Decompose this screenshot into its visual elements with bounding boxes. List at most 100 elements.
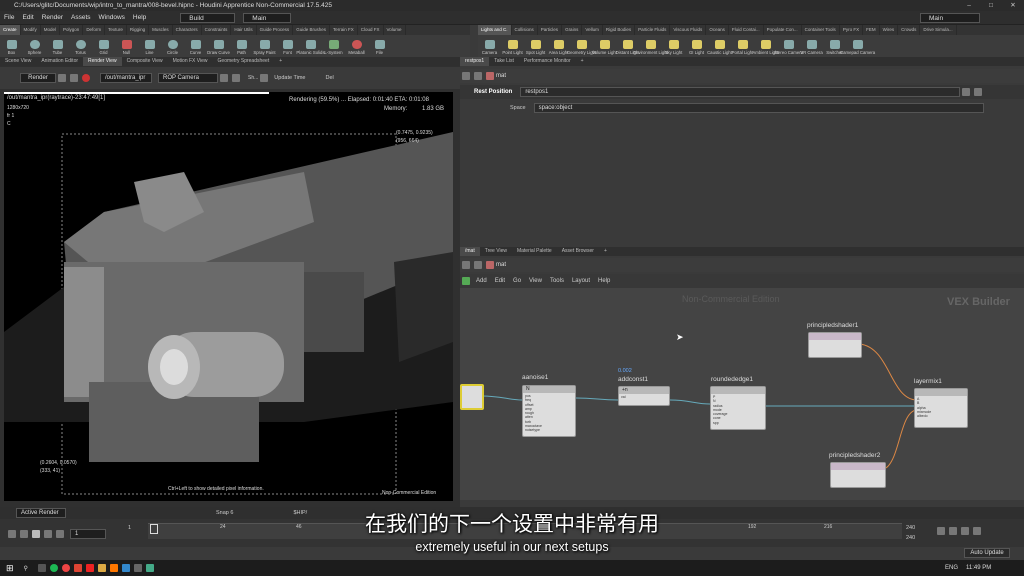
add-tab-icon[interactable]: + (274, 57, 287, 66)
net-menu-edit[interactable]: Edit (491, 278, 509, 284)
shelf-tab[interactable]: Oceans (706, 25, 729, 35)
shelf-tool-null[interactable]: Null (115, 38, 138, 55)
tab-animation-editor[interactable]: Animation Editor (36, 57, 83, 66)
add-icon[interactable] (462, 277, 470, 285)
shelf-tab[interactable]: Collisions (512, 25, 538, 35)
shelf-tab[interactable]: Create (0, 25, 21, 35)
shelf-tool-camera[interactable]: Camera (478, 38, 501, 55)
tab-geometry-spreadsheet[interactable]: Geometry Spreadsheet (213, 57, 275, 66)
gear-icon[interactable] (962, 88, 971, 96)
net-menu-help[interactable]: Help (594, 278, 614, 284)
shelf-tab[interactable]: Rigid Bodies (603, 25, 636, 35)
tab-performance-monitor[interactable]: Performance Monitor (519, 57, 576, 66)
input-node[interactable] (460, 384, 484, 410)
shelf-tool-line[interactable]: Line (138, 38, 161, 55)
tab-restpos1[interactable]: restpos1 (460, 57, 490, 66)
shelf-tool-box[interactable]: Box (0, 38, 23, 55)
node-roundededge1[interactable]: P N radius mode coverage cone spp (710, 386, 766, 430)
maximize-icon[interactable]: □ (980, 0, 1002, 11)
shelf-tab[interactable]: Wires (880, 25, 899, 35)
shelf-tab[interactable]: Hair Utils (231, 25, 257, 35)
shelf-tool-gamepad-camera[interactable]: Gamepad Camera (840, 38, 875, 55)
tab-tree-view[interactable]: Tree View (480, 247, 512, 256)
port[interactable]: val (621, 395, 667, 399)
update-time-label[interactable]: Update Time (274, 75, 305, 81)
compare-icon[interactable] (232, 74, 240, 82)
port[interactable]: noisetype (525, 428, 573, 432)
shelf-tab[interactable]: Characters (173, 25, 202, 35)
menu-assets[interactable]: Assets (67, 14, 95, 21)
render-view[interactable]: /out/mantra_ipr(raytrace)-23:47:49[1] Re… (4, 92, 453, 501)
shelf-tool-file[interactable]: File (368, 38, 391, 55)
shelf-tool-point-light[interactable]: Point Light (501, 38, 524, 55)
camera-dropdown[interactable]: ROP Camera (158, 73, 218, 83)
node-principledshader2[interactable] (830, 462, 886, 488)
language-indicator[interactable]: ENG (945, 565, 958, 571)
add-tab-icon[interactable]: + (599, 247, 612, 256)
windows-start-icon[interactable]: ⊞ (6, 563, 14, 574)
shelf-tab[interactable]: Deform (83, 25, 106, 35)
menu-file[interactable]: File (0, 14, 18, 21)
node-aanoise1[interactable]: N pos freq offset amp rough atten turb m… (522, 385, 576, 437)
delete-label[interactable]: Del (325, 75, 333, 81)
shelf-tab[interactable]: Viscous Fluids (670, 25, 707, 35)
net-path[interactable]: mat (496, 262, 506, 268)
shelf-tab[interactable]: Volume (384, 25, 406, 35)
shelf-tab[interactable]: Guide Brushes (293, 25, 330, 35)
shelf-tool-draw-curve[interactable]: Draw Curve (207, 38, 230, 55)
shelf-tab[interactable]: Populate Con... (764, 25, 802, 35)
network-view[interactable]: Non-Commercial Edition VEX Builder aanoi… (460, 288, 1024, 500)
menu-help[interactable]: Help (129, 14, 150, 21)
node-name-field[interactable]: restpos1 (520, 87, 961, 97)
shelf-tool-platonic[interactable]: Platonic Solids (296, 38, 325, 55)
shelf-tab[interactable]: Terrain FX (330, 25, 358, 35)
shelf-tool-metaball[interactable]: Metaball (345, 38, 368, 55)
stop-icon[interactable] (82, 74, 90, 82)
shelf-tool-gi-light[interactable]: GI Light (685, 38, 708, 55)
tab-take-list[interactable]: Take List (489, 57, 519, 66)
shelf-tool-tube[interactable]: Tube (46, 38, 69, 55)
net-menu-add[interactable]: Add (472, 278, 491, 284)
app-icon[interactable] (133, 564, 142, 572)
task-view-icon[interactable] (37, 564, 46, 572)
shelf-tab[interactable]: Model (41, 25, 61, 35)
shelf-tab[interactable]: Texture (105, 25, 127, 35)
net-menu-view[interactable]: View (525, 278, 546, 284)
shelf-tab[interactable]: Particle Fluids (635, 25, 671, 35)
tab-composite-view[interactable]: Composite View (122, 57, 168, 66)
shelf-tab[interactable]: Modify (21, 25, 41, 35)
shelf-tool-torus[interactable]: Torus (69, 38, 92, 55)
shelf-tab[interactable]: Lights and C. (478, 25, 512, 35)
shelf-tool-geometry-light[interactable]: Geometry Light (567, 38, 596, 55)
shelf-tool-environment-light[interactable]: Environment Light (633, 38, 668, 55)
tab-scene-view[interactable]: Scene View (0, 57, 36, 66)
youtube-icon[interactable] (85, 564, 94, 572)
shelf-tab[interactable]: Rigging (127, 25, 150, 35)
rop-path-dropdown[interactable]: /out/mantra_ipr (100, 73, 152, 83)
close-icon[interactable]: ✕ (1002, 0, 1024, 11)
shelf-tool-spray-paint[interactable]: Spray Paint (253, 38, 276, 55)
menu-edit[interactable]: Edit (18, 14, 37, 21)
pause-icon[interactable] (70, 74, 78, 82)
menu-windows[interactable]: Windows (95, 14, 129, 21)
shelf-tab[interactable]: Grains (562, 25, 583, 35)
tab-render-view[interactable]: Render View (83, 57, 122, 66)
clock[interactable]: 11:49 PM (966, 565, 991, 571)
port[interactable]: spp (713, 421, 763, 425)
shelf-tab[interactable]: Container Tools (802, 25, 840, 35)
tab-material-palette[interactable]: Material Palette (512, 247, 557, 256)
shelf-tab[interactable]: Guide Process (257, 25, 294, 35)
shelf-tab[interactable]: Constraints (202, 25, 232, 35)
net-menu-go[interactable]: Go (509, 278, 525, 284)
shelf-tool-grid[interactable]: Grid (92, 38, 115, 55)
spotify-icon[interactable] (49, 564, 58, 572)
build-desk-dropdown[interactable]: Build (180, 12, 236, 23)
main-desk-dropdown[interactable]: Main (243, 12, 292, 23)
menu-render[interactable]: Render (38, 14, 67, 21)
tab-asset-browser[interactable]: Asset Browser (557, 247, 599, 256)
back-icon[interactable] (462, 261, 470, 269)
shelf-tool-curve[interactable]: Curve (184, 38, 207, 55)
explorer-icon[interactable] (97, 564, 106, 572)
houdini-icon[interactable] (109, 564, 118, 572)
shelf-tab[interactable]: Fluid Contai... (729, 25, 764, 35)
